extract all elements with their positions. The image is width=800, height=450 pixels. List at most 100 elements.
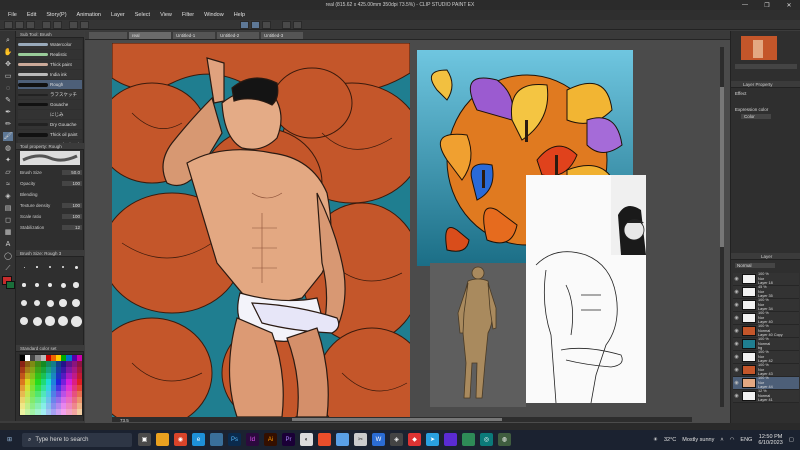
menu-story[interactable]: Story(P) [46, 12, 66, 18]
app-icon-9[interactable] [462, 433, 475, 446]
menu-window[interactable]: Window [204, 12, 224, 18]
brush-dry-gouache[interactable]: Dry Gouache [18, 120, 82, 129]
eye-icon[interactable]: ◉ [733, 302, 740, 308]
brush-size-dot[interactable] [35, 283, 39, 287]
snap-ruler-button[interactable] [240, 21, 249, 29]
brush-size-dot[interactable] [36, 266, 38, 268]
eye-icon[interactable]: ◉ [733, 367, 740, 373]
menu-animation[interactable]: Animation [77, 12, 101, 18]
minimize-button[interactable]: — [734, 0, 756, 10]
clip-studio-taskbar-icon[interactable]: ◍ [498, 433, 511, 446]
brush-size-dot[interactable] [22, 283, 26, 287]
app-icon-1[interactable] [210, 433, 223, 446]
brush-blur[interactable]: にじみ [18, 110, 82, 119]
prop-value[interactable]: 50.0 [62, 170, 82, 175]
tool-property-tab[interactable]: Tool property: Rough [16, 143, 84, 150]
vscroll-thumb[interactable] [720, 87, 724, 247]
photoshop-icon[interactable]: Ps [228, 433, 241, 446]
menu-layer[interactable]: Layer [111, 12, 125, 18]
move-tool-icon[interactable]: ✥ [3, 60, 13, 69]
taskbar-clock[interactable]: 12:50 PM 6/10/2023 [758, 434, 782, 446]
canvas-tab-real[interactable]: real [129, 32, 171, 39]
brush-size-dot[interactable] [46, 299, 54, 307]
brush-size-dot[interactable] [45, 316, 55, 326]
layer-tab[interactable]: Layer [731, 253, 800, 260]
app-icon-7[interactable]: ◆ [408, 433, 421, 446]
word-icon[interactable]: W [372, 433, 385, 446]
canvas-tab-extra[interactable] [89, 32, 127, 39]
menu-help[interactable]: Help [234, 12, 245, 18]
app-icon-6[interactable]: ◈ [390, 433, 403, 446]
app-icon-4[interactable] [336, 433, 349, 446]
indesign-icon[interactable]: Id [246, 433, 259, 446]
canvas-tab-untitled-2[interactable]: Untitled-2 [217, 32, 259, 39]
brush-india-ink[interactable]: India ink [18, 70, 82, 79]
prop-blending[interactable]: Blending [20, 191, 82, 198]
brush-size-dot[interactable] [58, 316, 68, 326]
prop-texture-density[interactable]: Texture density 100 [20, 202, 82, 209]
layer-row[interactable]: ◉ 100 % Nor Layer 43 [733, 363, 799, 377]
gradient-tool-icon[interactable]: ▤ [3, 204, 13, 213]
menu-select[interactable]: Select [135, 12, 150, 18]
eye-icon[interactable]: ◉ [733, 341, 740, 347]
menu-file[interactable]: File [8, 12, 17, 18]
task-view-icon[interactable]: ▣ [138, 433, 151, 446]
brush-thick-oil[interactable]: Thick oil paint [18, 130, 82, 139]
correct-line-tool-icon[interactable]: ⟋ [3, 264, 13, 273]
eye-icon[interactable]: ◉ [733, 380, 740, 386]
figure-tool-icon[interactable]: ◻ [3, 216, 13, 225]
brush-size-dot[interactable] [60, 282, 66, 288]
layer-row[interactable]: ◉ 100 % Normal Layer 40 Copy [733, 324, 799, 338]
layer-row[interactable]: ◉ 12 % Normal Layer 41 [733, 389, 799, 403]
reference-sketch-image[interactable] [526, 175, 646, 403]
reference-statue-image[interactable] [430, 263, 526, 407]
edge-icon[interactable]: e [192, 433, 205, 446]
eye-icon[interactable]: ◉ [733, 354, 740, 360]
brush-size-dot[interactable] [74, 265, 78, 269]
canvas-tab-untitled-1[interactable]: Untitled-1 [173, 32, 215, 39]
brush-size-tab[interactable]: Brush Size: Rough 3 [16, 250, 84, 257]
brush-size-dot[interactable] [70, 315, 82, 327]
menu-filter[interactable]: Filter [182, 12, 194, 18]
balloon-tool-icon[interactable]: ◯ [3, 252, 13, 261]
app-icon-2[interactable]: ◐ [300, 433, 313, 446]
pen-tool-icon[interactable]: ✒ [3, 108, 13, 117]
vertical-scrollbar[interactable] [720, 47, 724, 407]
weather-temp[interactable]: 32°C [664, 437, 676, 443]
app-icon-5[interactable]: ✂ [354, 433, 367, 446]
app-icon-8[interactable] [444, 433, 457, 446]
telegram-icon[interactable]: ➤ [426, 433, 439, 446]
color-set-tab[interactable]: Standard color set [16, 345, 84, 352]
brush-thick-paint[interactable]: Thick paint [18, 60, 82, 69]
prop-value[interactable]: 100 [62, 214, 82, 219]
fill-tool-icon[interactable]: ◈ [3, 192, 13, 201]
navigator-thumbnail[interactable] [741, 36, 777, 60]
layer-row[interactable]: ◉ 100 % Nor Layer 44 [733, 376, 799, 390]
close-button[interactable]: ✕ [778, 0, 800, 10]
brush-realistic[interactable]: Realistic [18, 50, 82, 59]
layer-row[interactable]: ◉ 100 % Nor Layer 18 [733, 272, 799, 286]
scrollbar-thumb[interactable] [292, 418, 502, 421]
snap-perspective-button[interactable] [262, 21, 271, 29]
chrome-icon[interactable]: ◉ [174, 433, 187, 446]
transform-button[interactable] [282, 21, 291, 29]
blend-mode-select[interactable]: Normal [735, 263, 775, 268]
illustrator-icon[interactable]: Ai [264, 433, 277, 446]
layer-row[interactable]: ◉ 100 % Normal bg [733, 337, 799, 351]
canvas-tab-untitled-3[interactable]: Untitled-3 [261, 32, 303, 39]
brush-rough[interactable]: Rough [18, 80, 82, 89]
app-icon-3[interactable] [318, 433, 331, 446]
airbrush-tool-icon[interactable]: ◍ [3, 144, 13, 153]
sub-color-swatch[interactable] [6, 281, 15, 289]
brush-size-dot[interactable] [21, 300, 27, 306]
menu-edit[interactable]: Edit [27, 12, 36, 18]
eye-icon[interactable]: ◉ [733, 328, 740, 334]
layer-row[interactable]: ◉ 100 % Nor Layer 40 [733, 311, 799, 325]
premiere-icon[interactable]: Pr [282, 433, 295, 446]
zoom-tool-icon[interactable]: ⌕ [3, 36, 13, 45]
text-tool-icon[interactable]: A [3, 240, 13, 249]
undo-button[interactable] [42, 21, 51, 29]
file-explorer-icon[interactable] [156, 433, 169, 446]
notification-icon[interactable]: ▢ [789, 437, 794, 443]
tray-chevron-icon[interactable]: ˄ [720, 437, 723, 443]
